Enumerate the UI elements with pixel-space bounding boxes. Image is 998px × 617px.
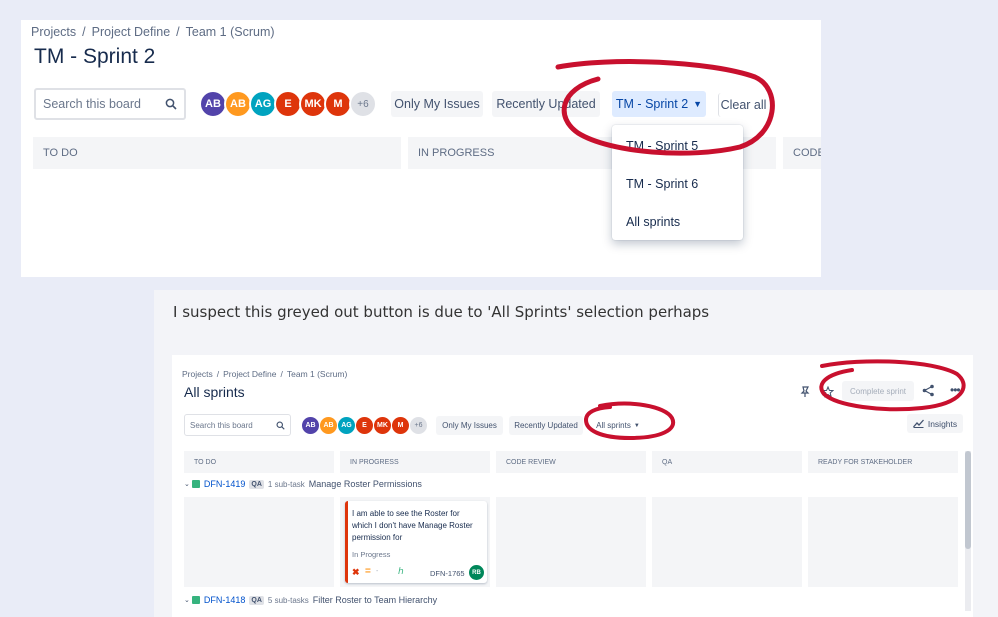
issue-summary: Filter Roster to Team Hierarchy <box>312 595 438 605</box>
avatar[interactable]: AB <box>319 416 338 435</box>
dash-icon: - <box>376 568 379 575</box>
page-title: TM - Sprint 2 <box>34 45 156 68</box>
card-status: In Progress <box>352 550 391 559</box>
avatar[interactable]: M <box>324 90 352 118</box>
dropdown-item-sprint-6[interactable]: TM - Sprint 6 <box>626 177 698 191</box>
issue-summary: Manage Roster Permissions <box>308 479 422 489</box>
avatar[interactable]: E <box>355 416 374 435</box>
estimate-icon: = <box>365 566 371 577</box>
assignee-avatar[interactable]: RB <box>469 565 484 580</box>
breadcrumb-team[interactable]: Team 1 (Scrum) <box>186 25 275 39</box>
search-placeholder: Search this board <box>43 97 141 111</box>
breadcrumb-project-define[interactable]: Project Define <box>223 369 276 379</box>
column-cell-todo <box>184 497 334 587</box>
column-cell-qa <box>652 497 802 587</box>
dropdown-item-all-sprints[interactable]: All sprints <box>626 215 680 229</box>
issue-key[interactable]: DFN-1419 <box>204 479 246 489</box>
avatar[interactable]: AG <box>249 90 277 118</box>
insights-label: Insights <box>927 418 958 429</box>
chevron-down-icon: ▼ <box>633 422 640 429</box>
avatar[interactable]: MK <box>299 90 327 118</box>
search-placeholder: Search this board <box>190 420 253 430</box>
search-input[interactable]: Search this board <box>184 414 291 436</box>
search-icon <box>276 420 285 430</box>
avatar[interactable]: AB <box>199 90 227 118</box>
column-header-code-review: CODE REVIEW <box>783 137 821 169</box>
share-icon[interactable] <box>922 384 935 397</box>
scrollbar-track[interactable] <box>965 451 971 611</box>
pin-icon[interactable] <box>800 386 810 398</box>
priority-icon: ✖ <box>352 567 360 577</box>
breadcrumb: Projects / Project Define / Team 1 (Scrum) <box>31 25 275 39</box>
complete-sprint-button[interactable]: Complete sprint <box>842 381 914 401</box>
breadcrumb-projects[interactable]: Projects <box>31 25 76 39</box>
subtask-count: 5 sub-tasks <box>267 595 309 605</box>
sprint-select-label: TM - Sprint 2 <box>615 97 689 111</box>
avatar[interactable]: AB <box>301 416 320 435</box>
qa-badge: QA <box>249 595 264 605</box>
column-header-ready-for-stakeholder: READY FOR STAKEHOLDER <box>808 451 958 473</box>
chevron-down-icon: ⌄ <box>184 597 190 604</box>
sprint-dropdown-menu: TM - Sprint 5 TM - Sprint 6 All sprints <box>612 125 743 240</box>
column-header-todo: TO DO <box>184 451 334 473</box>
subtask-icon: ℎ <box>398 566 404 576</box>
column-header-in-progress: IN PROGRESS <box>340 451 490 473</box>
breadcrumb-team[interactable]: Team 1 (Scrum) <box>287 369 347 379</box>
chevron-down-icon: ⌄ <box>184 481 190 488</box>
qa-badge: QA <box>249 479 264 489</box>
chevron-down-icon: ▼ <box>693 99 703 109</box>
breadcrumb-projects[interactable]: Projects <box>182 369 213 379</box>
avatar-group: AB AB AG E MK M +6 <box>199 90 377 118</box>
top-screenshot: Projects / Project Define / Team 1 (Scrum) T… <box>21 20 821 277</box>
recently-updated-button[interactable]: Recently Updated <box>509 416 583 435</box>
card-key[interactable]: DFN-1765 <box>430 569 465 578</box>
subtask-count: 1 sub-task <box>267 479 305 489</box>
breadcrumb: Projects / Project Define / Team 1 (Scrum) <box>182 369 348 379</box>
avatar[interactable]: AG <box>337 416 356 435</box>
only-my-issues-button[interactable]: Only My Issues <box>436 416 503 435</box>
issue-key[interactable]: DFN-1418 <box>204 595 246 605</box>
chart-icon <box>912 419 924 428</box>
avatar[interactable]: MK <box>373 416 392 435</box>
sprint-select[interactable]: All sprints ▼ <box>589 416 647 435</box>
sprint-select-label: All sprints <box>596 421 631 430</box>
more-icon[interactable]: ••• <box>950 383 961 397</box>
recently-updated-button[interactable]: Recently Updated <box>492 91 600 117</box>
avatar[interactable]: M <box>391 416 410 435</box>
avatar-group: AB AB AG E MK M +6 <box>301 416 428 435</box>
column-header-code-review: CODE REVIEW <box>496 451 646 473</box>
swimlane-header[interactable]: ⌄ DFN-1418 QA 5 sub-tasks Filter Roster … <box>184 595 437 605</box>
more-avatars-button[interactable]: +6 <box>409 416 428 435</box>
dropdown-item-sprint-5[interactable]: TM - Sprint 5 <box>626 139 698 153</box>
column-cell-code-review <box>496 497 646 587</box>
note-text: I suspect this greyed out button is due … <box>173 303 710 321</box>
column-header-todo: TO DO <box>33 137 401 169</box>
column-cell-ready <box>808 497 958 587</box>
bottom-screenshot: Projects / Project Define / Team 1 (Scrum) A… <box>172 355 973 617</box>
scrollbar-thumb[interactable] <box>965 451 971 549</box>
sprint-select[interactable]: TM - Sprint 2 ▼ <box>612 91 706 117</box>
swimlane-header[interactable]: ⌄ DFN-1419 QA 1 sub-task Manage Roster P… <box>184 479 422 489</box>
insights-button[interactable]: Insights <box>907 414 963 433</box>
column-header-qa: QA <box>652 451 802 473</box>
avatar[interactable]: AB <box>224 90 252 118</box>
star-icon[interactable] <box>822 386 834 398</box>
avatar[interactable]: E <box>274 90 302 118</box>
clear-all-button[interactable]: Clear all <box>718 93 768 117</box>
more-avatars-button[interactable]: +6 <box>349 90 377 118</box>
search-icon <box>165 98 177 110</box>
search-input[interactable]: Search this board <box>34 88 186 120</box>
only-my-issues-button[interactable]: Only My Issues <box>391 91 483 117</box>
card-summary: I am able to see the Roster for which I … <box>352 509 473 542</box>
issue-card[interactable]: I am able to see the Roster for which I … <box>345 501 487 583</box>
story-icon <box>191 596 200 604</box>
page-title: All sprints <box>184 384 245 400</box>
breadcrumb-project-define[interactable]: Project Define <box>92 25 171 39</box>
story-icon <box>191 480 200 488</box>
